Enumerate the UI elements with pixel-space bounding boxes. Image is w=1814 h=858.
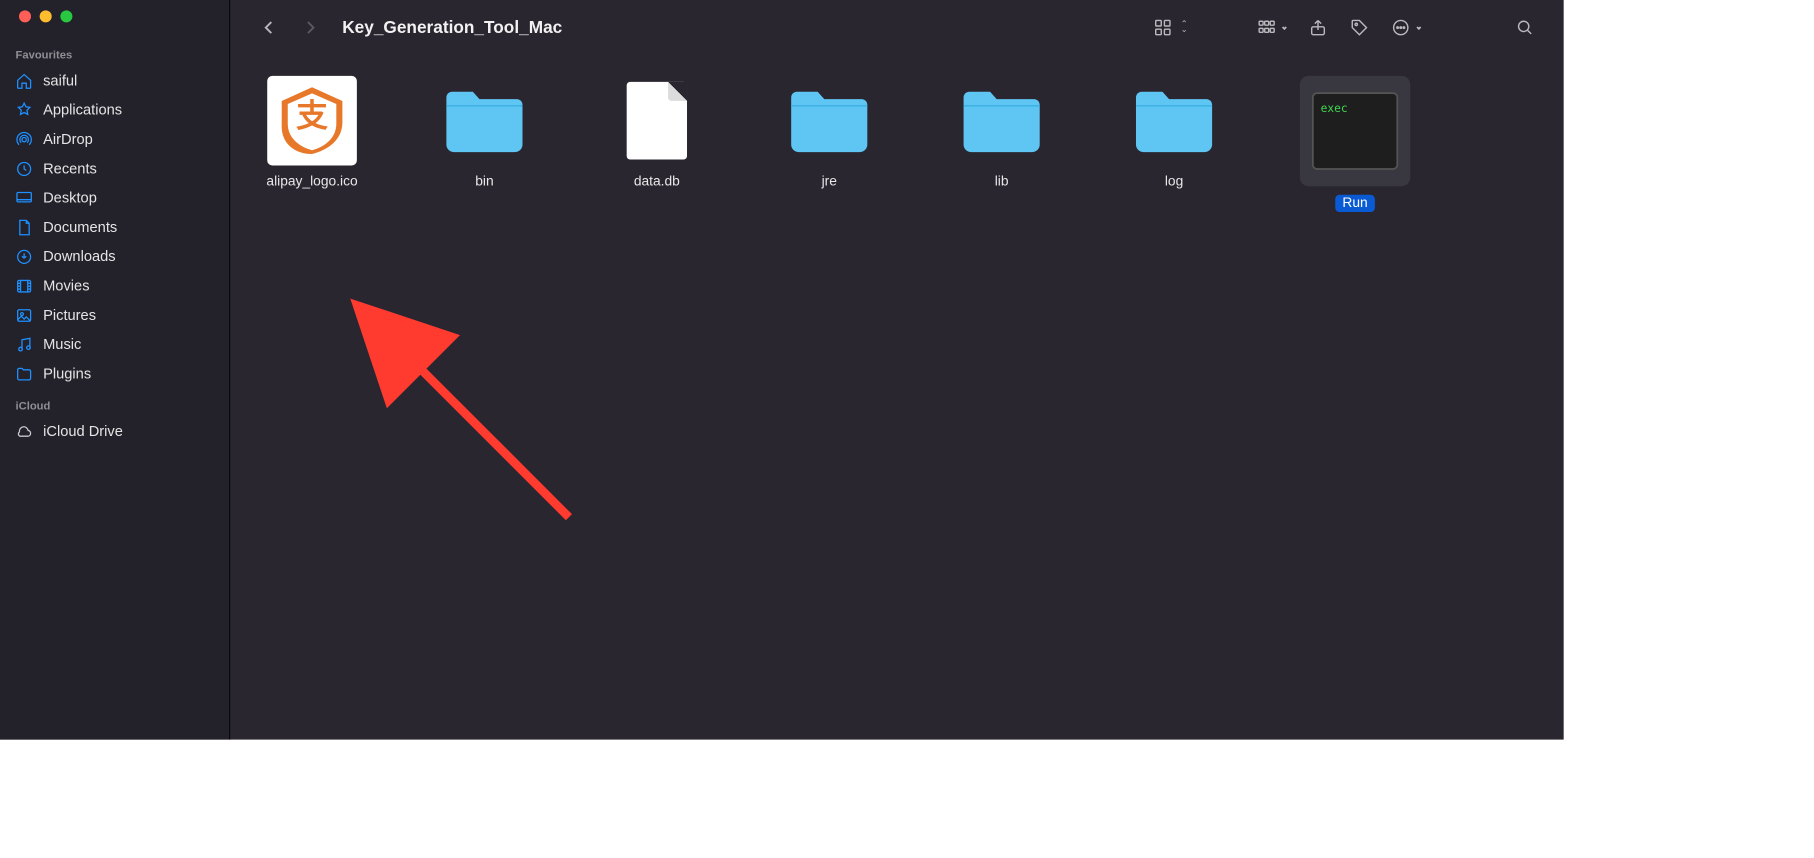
sidebar-item-music[interactable]: Music [0,330,229,359]
folder-icon [16,365,33,382]
sidebar-item-movies[interactable]: Movies [0,272,229,301]
file-item-folder[interactable]: jre [782,76,877,212]
clock-icon [16,160,33,177]
tags-button[interactable] [1345,15,1374,41]
file-item-folder[interactable]: lib [954,76,1049,212]
group-by-button[interactable] [1252,15,1292,41]
sidebar-item-recents[interactable]: Recents [0,154,229,183]
sidebar-item-label: Downloads [43,248,116,265]
search-button[interactable] [1510,15,1539,41]
sidebar: Favourites saiful Applications AirDrop R… [0,0,230,740]
sidebar-item-pictures[interactable]: Pictures [0,301,229,330]
file-thumb: 支 [267,76,357,166]
share-button[interactable] [1303,15,1332,41]
view-icon-grid-button[interactable]: ⌃⌄ [1148,15,1193,41]
sidebar-item-downloads[interactable]: Downloads [0,242,229,271]
main-panel: Key_Generation_Tool_Mac ⌃⌄ [230,0,1564,740]
sidebar-item-label: Desktop [43,190,97,207]
sidebar-item-plugins[interactable]: Plugins [0,359,229,388]
chevron-down-icon [1282,25,1287,30]
file-item-folder[interactable]: bin [437,76,532,212]
file-name: alipay_logo.ico [266,174,357,190]
file-item-folder[interactable]: log [1127,76,1222,212]
music-icon [16,336,33,353]
exec-terminal-icon: exec [1312,92,1398,170]
sidebar-section-icloud: iCloud [0,389,229,417]
folder-thumb [1129,76,1219,166]
sidebar-item-applications[interactable]: Applications [0,96,229,125]
picture-icon [16,307,33,324]
finder-window: Favourites saiful Applications AirDrop R… [0,0,1564,740]
file-name: log [1165,174,1183,190]
file-name: Run [1336,195,1375,212]
sidebar-item-label: iCloud Drive [43,423,123,440]
file-name: jre [822,174,837,190]
close-window-button[interactable] [19,10,31,22]
blank-file-icon [627,82,687,160]
more-actions-button[interactable] [1386,15,1426,41]
document-icon [16,219,33,236]
sidebar-item-documents[interactable]: Documents [0,213,229,242]
toolbar: Key_Generation_Tool_Mac ⌃⌄ [230,0,1564,55]
sidebar-item-label: Pictures [43,307,96,324]
folder-thumb [440,76,530,166]
sidebar-section-favourites: Favourites [0,38,229,66]
chevron-down-icon [1416,25,1421,30]
folder-thumb [957,76,1047,166]
file-name: lib [995,174,1009,190]
sidebar-item-label: Documents [43,219,117,236]
svg-text:支: 支 [296,98,328,134]
exec-label: exec [1321,103,1348,116]
ico-preview: 支 [267,76,357,166]
file-item-file[interactable]: data.db [609,76,704,212]
home-icon [16,72,33,89]
sidebar-item-label: Movies [43,278,89,295]
airdrop-icon [16,131,33,148]
window-traffic-lights [0,10,229,38]
nav-forward-button[interactable] [296,15,325,41]
desktop-icon [16,190,33,207]
zoom-window-button[interactable] [60,10,72,22]
file-thumb: exec [1310,86,1400,176]
sidebar-item-airdrop[interactable]: AirDrop [0,125,229,154]
sidebar-item-label: Applications [43,102,122,119]
folder-thumb [784,76,874,166]
sidebar-item-label: saiful [43,72,77,89]
app-icon [16,102,33,119]
minimize-window-button[interactable] [40,10,52,22]
sidebar-item-home[interactable]: saiful [0,66,229,95]
sidebar-item-label: AirDrop [43,131,93,148]
sidebar-item-desktop[interactable]: Desktop [0,184,229,213]
file-thumb [612,76,702,166]
download-icon [16,248,33,265]
file-grid[interactable]: 支 alipay_logo.ico bin data.db jre [230,55,1564,739]
file-name: data.db [634,174,680,190]
file-item-ico[interactable]: 支 alipay_logo.ico [265,76,360,212]
sidebar-item-label: Recents [43,160,97,177]
folder-title: Key_Generation_Tool_Mac [342,18,562,38]
file-item-exec[interactable]: exec Run [1299,76,1411,212]
film-icon [16,278,33,295]
nav-back-button[interactable] [254,15,283,41]
cloud-icon [16,423,33,440]
sidebar-item-label: Plugins [43,365,91,382]
stepper-icon: ⌃⌄ [1181,22,1188,32]
sidebar-item-label: Music [43,336,81,353]
file-name: bin [475,174,493,190]
sidebar-item-icloud-drive[interactable]: iCloud Drive [0,417,229,446]
selected-highlight: exec [1300,76,1410,186]
